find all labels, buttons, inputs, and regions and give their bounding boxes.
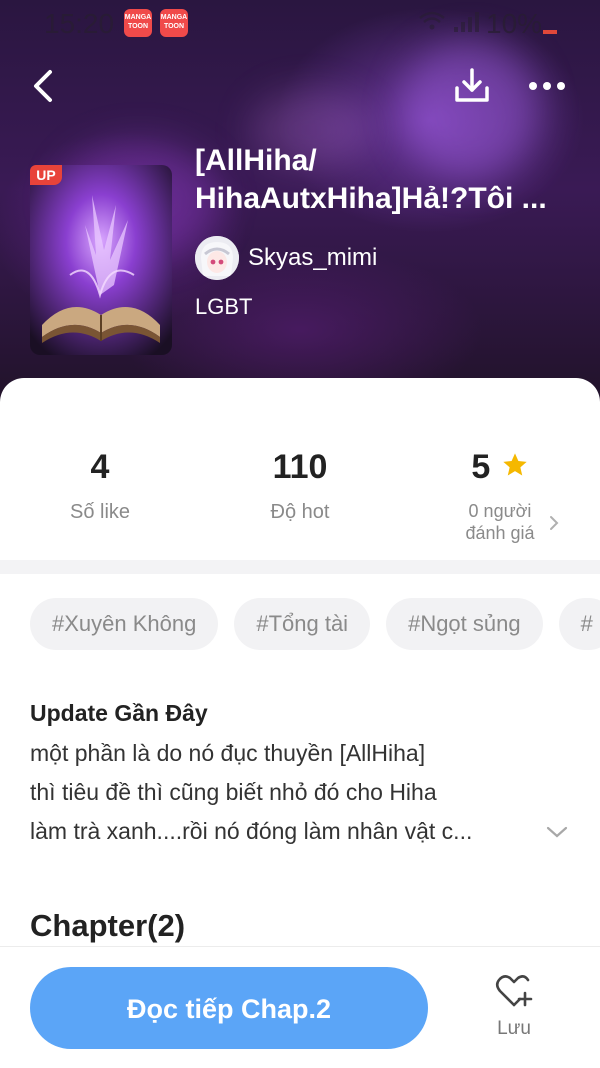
save-button[interactable]: Lưu: [478, 973, 550, 1053]
chapter-heading[interactable]: Chapter(2): [30, 908, 185, 944]
hot-count: 110: [272, 448, 328, 486]
download-icon: [455, 68, 489, 102]
chevron-right-icon: [548, 514, 560, 537]
author-avatar[interactable]: [195, 236, 239, 280]
rating-label-line: 0 người: [468, 501, 532, 521]
continue-reading-button[interactable]: Đọc tiếp Chap.2: [30, 967, 428, 1049]
tag-list: #Xuyên Không #Tổng tài #Ngọt sủng #: [30, 598, 600, 650]
tag-chip[interactable]: #Ngọt sủng: [386, 598, 543, 650]
back-button[interactable]: [26, 64, 66, 108]
likes-count: 4: [90, 448, 110, 486]
description-line: một phần là do nó đục thuyền [AllHiha]: [30, 740, 426, 766]
signal-icon: [452, 11, 480, 39]
battery-icon: [543, 30, 557, 34]
star-icon: [501, 451, 529, 484]
update-badge: UP: [30, 165, 62, 185]
mangatoon-notification-icon: MANGA TOON: [124, 9, 152, 37]
more-dots-icon: [529, 82, 565, 90]
wifi-icon: [418, 10, 446, 38]
section-divider: [0, 560, 600, 574]
bottom-action-bar: Đọc tiếp Chap.2 Lưu: [0, 946, 600, 1068]
hero-header: 15:20 MANGA TOON MANGA TOON 10% UP [AllH…: [0, 0, 600, 420]
download-button[interactable]: [452, 66, 492, 106]
rating-value-row: 5: [400, 448, 600, 487]
tag-chip[interactable]: #Xuyên Không: [30, 598, 219, 650]
update-heading: Update Gần Đây: [30, 700, 208, 726]
title-line: [AllHiha/: [195, 144, 317, 177]
heart-plus-icon: [495, 975, 533, 1007]
status-time: 15:20: [44, 8, 115, 39]
save-label: Lưu: [497, 1018, 531, 1039]
rating-value: 5: [471, 448, 491, 486]
description-line: làm trà xanh....rồi nó đóng làm nhân vật…: [30, 818, 473, 844]
title-line: HihaAutxHiha]Hả!?Tôi ...: [195, 182, 547, 215]
mangatoon-notification-icon: MANGA TOON: [160, 9, 188, 37]
more-options-button[interactable]: [526, 72, 568, 100]
update-description[interactable]: một phần là do nó đục thuyền [AllHiha] t…: [30, 734, 540, 851]
book-title: [AllHiha/ HihaAutxHiha]Hả!?Tôi ...: [195, 142, 570, 218]
rating-label-line: đánh giá: [465, 523, 535, 543]
description-line: thì tiêu đề thì cũng biết nhỏ đó cho Hih…: [30, 779, 437, 805]
chevron-down-icon[interactable]: [545, 825, 569, 844]
genre-label[interactable]: LGBT: [195, 294, 252, 320]
hot-label: Độ hot: [270, 501, 330, 523]
tag-chip[interactable]: #: [558, 598, 600, 650]
tag-chip[interactable]: #Tổng tài: [234, 598, 371, 650]
rating-label: 0 người đánh giá: [400, 500, 600, 544]
author-name[interactable]: Skyas_mimi: [248, 244, 377, 272]
book-cover[interactable]: [30, 165, 172, 355]
status-bar: 15:20 MANGA TOON MANGA TOON 10%: [0, 0, 600, 48]
likes-label: Số like: [69, 501, 131, 523]
battery-percent: 10%: [486, 8, 543, 39]
chevron-left-icon: [34, 70, 52, 102]
